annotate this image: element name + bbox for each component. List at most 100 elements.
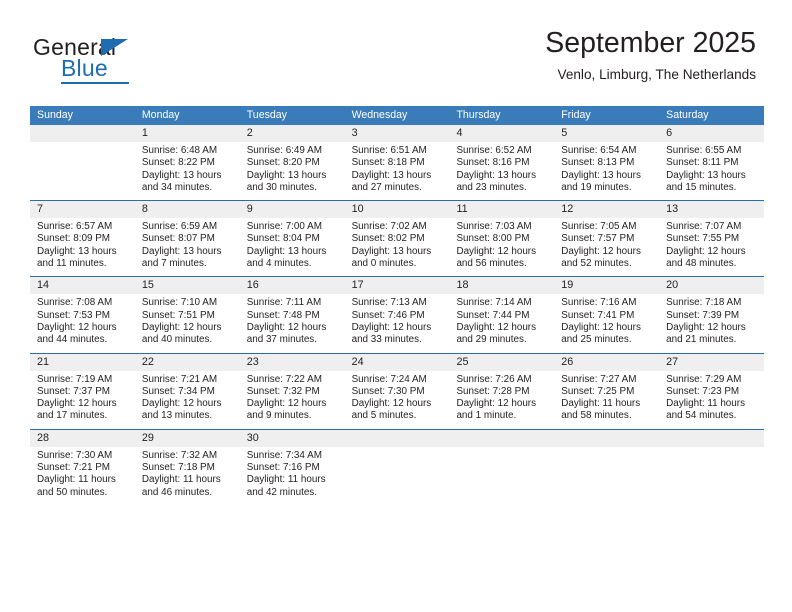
day-number[interactable]: 5 (554, 125, 659, 142)
day-number[interactable]: 26 (554, 354, 659, 371)
day-number[interactable]: 21 (30, 354, 135, 371)
day-number[interactable]: 13 (659, 201, 764, 218)
day-cell[interactable]: Sunrise: 6:57 AM Sunset: 8:09 PM Daylight:… (30, 218, 135, 276)
day-number[interactable]: 30 (240, 430, 345, 447)
daylight-text-cont: and 17 minutes. (37, 410, 108, 422)
sunset-text: Sunset: 7:46 PM (351, 309, 425, 321)
day-number[interactable]: 19 (554, 277, 659, 294)
day-number[interactable]: 28 (30, 430, 135, 447)
day-cell[interactable]: Sunrise: 6:54 AM Sunset: 8:13 PM Daylight:… (554, 142, 659, 200)
day-number[interactable]: 6 (659, 125, 764, 142)
day-number[interactable]: 25 (449, 354, 554, 371)
day-number[interactable]: 9 (240, 201, 345, 218)
day-number[interactable]: 11 (449, 201, 554, 218)
weekday-header-tuesday: Tuesday (246, 109, 287, 121)
daylight-text-cont: and 25 minutes. (561, 334, 632, 346)
day-cell[interactable]: Sunrise: 7:11 AM Sunset: 7:48 PM Daylight:… (240, 294, 345, 352)
daylight-text: Daylight: 12 hours (351, 321, 432, 333)
day-number[interactable]: 10 (345, 201, 450, 218)
daylight-text-cont: and 34 minutes. (141, 181, 213, 193)
sunset-text: Sunset: 7:55 PM (666, 233, 740, 245)
day-number[interactable]: 3 (345, 125, 450, 142)
sunrise-text: Sunrise: 6:57 AM (37, 221, 113, 233)
daylight-text-cont: and 5 minutes. (351, 410, 417, 422)
daylight-text: Daylight: 12 hours (37, 398, 117, 410)
calendar-week-row: 14 15 16 17 18 19 20 Sunrise: 7:08 AM Sunset: 7:… (30, 276, 764, 353)
sunset-text: Sunset: 7:57 PM (561, 233, 635, 245)
day-number[interactable]: 15 (135, 277, 240, 294)
weekday-header-row: Sunday Monday Tuesday Wednesday Thursday… (30, 106, 764, 125)
sunset-text: Sunset: 8:07 PM (141, 233, 215, 245)
day-number[interactable]: 1 (135, 125, 240, 142)
day-cell[interactable]: Sunrise: 7:07 AM Sunset: 7:55 PM Daylight:… (659, 218, 764, 276)
day-number[interactable]: 18 (449, 277, 554, 294)
day-cell[interactable]: Sunrise: 7:24 AM Sunset: 7:30 PM Daylight:… (345, 371, 450, 429)
day-cell[interactable]: Sunrise: 7:08 AM Sunset: 7:53 PM Daylight:… (30, 294, 135, 352)
day-cell[interactable]: Sunrise: 7:14 AM Sunset: 7:44 PM Daylight:… (449, 294, 554, 352)
day-number[interactable]: 20 (659, 277, 764, 294)
day-number[interactable]: 8 (135, 201, 240, 218)
day-cell[interactable]: Sunrise: 7:30 AM Sunset: 7:21 PM Daylight:… (30, 447, 135, 505)
day-number[interactable]: 27 (659, 354, 764, 371)
week-detail-band: Sunrise: 7:08 AM Sunset: 7:53 PM Daylight:… (30, 294, 764, 353)
day-cell[interactable]: Sunrise: 7:29 AM Sunset: 7:23 PM Daylight:… (659, 371, 764, 429)
sunset-text: Sunset: 7:16 PM (246, 462, 320, 474)
day-number[interactable]: 4 (449, 125, 554, 142)
day-cell[interactable]: Sunrise: 7:03 AM Sunset: 8:00 PM Daylight:… (449, 218, 554, 276)
day-cell[interactable]: Sunrise: 6:48 AM Sunset: 8:22 PM Daylight:… (135, 142, 240, 200)
day-number[interactable]: 23 (240, 354, 345, 371)
day-number[interactable]: 2 (240, 125, 345, 142)
sunset-text: Sunset: 7:34 PM (141, 385, 215, 397)
day-number-empty (659, 430, 764, 447)
weekday-header-monday: Monday (141, 109, 180, 121)
day-number[interactable]: 24 (345, 354, 450, 371)
day-cell[interactable]: Sunrise: 7:21 AM Sunset: 7:34 PM Daylight:… (135, 371, 240, 429)
sunset-text: Sunset: 8:16 PM (456, 157, 530, 169)
day-cell[interactable]: Sunrise: 7:13 AM Sunset: 7:46 PM Daylight:… (345, 294, 450, 352)
day-number-empty (30, 125, 135, 142)
day-cell[interactable]: Sunrise: 7:10 AM Sunset: 7:51 PM Daylight:… (135, 294, 240, 352)
daylight-text: Daylight: 12 hours (666, 321, 746, 333)
day-cell[interactable]: Sunrise: 7:16 AM Sunset: 7:41 PM Daylight:… (554, 294, 659, 352)
day-number[interactable]: 22 (135, 354, 240, 371)
daylight-text-cont: and 21 minutes. (666, 334, 737, 346)
day-cell[interactable]: Sunrise: 7:05 AM Sunset: 7:57 PM Daylight:… (554, 218, 659, 276)
day-cell[interactable]: Sunrise: 7:19 AM Sunset: 7:37 PM Daylight:… (30, 371, 135, 429)
day-number[interactable]: 12 (554, 201, 659, 218)
day-number[interactable]: 7 (30, 201, 135, 218)
daylight-text: Daylight: 13 hours (666, 169, 746, 181)
day-number[interactable]: 16 (240, 277, 345, 294)
sunrise-text: Sunrise: 7:18 AM (666, 297, 742, 309)
day-cell[interactable]: Sunrise: 7:22 AM Sunset: 7:32 PM Daylight:… (240, 371, 345, 429)
day-cell[interactable]: Sunrise: 6:51 AM Sunset: 8:18 PM Daylight:… (345, 142, 450, 200)
sunset-text: Sunset: 8:02 PM (351, 233, 425, 245)
sunset-text: Sunset: 8:00 PM (456, 233, 530, 245)
sunrise-text: Sunrise: 7:08 AM (37, 297, 113, 309)
day-cell[interactable]: Sunrise: 7:34 AM Sunset: 7:16 PM Daylight:… (240, 447, 345, 505)
day-cell[interactable]: Sunrise: 6:52 AM Sunset: 8:16 PM Daylight:… (449, 142, 554, 200)
day-cell[interactable]: Sunrise: 7:32 AM Sunset: 7:18 PM Daylight:… (135, 447, 240, 505)
daylight-text: Daylight: 13 hours (351, 245, 432, 257)
daylight-text: Daylight: 13 hours (246, 169, 327, 181)
day-cell-empty (659, 447, 764, 505)
day-number[interactable]: 14 (30, 277, 135, 294)
sunrise-text: Sunrise: 6:55 AM (666, 145, 742, 156)
day-cell[interactable]: Sunrise: 6:49 AM Sunset: 8:20 PM Daylight:… (240, 142, 345, 200)
day-cell[interactable]: Sunrise: 7:27 AM Sunset: 7:25 PM Daylight:… (554, 371, 659, 429)
day-number[interactable]: 29 (135, 430, 240, 447)
day-number-empty (345, 430, 450, 447)
day-cell[interactable]: Sunrise: 7:26 AM Sunset: 7:28 PM Daylight:… (449, 371, 554, 429)
weekday-header-saturday: Saturday (666, 109, 709, 121)
sunrise-text: Sunrise: 7:03 AM (456, 221, 532, 233)
daylight-text: Daylight: 13 hours (351, 169, 432, 181)
week-detail-band: Sunrise: 7:30 AM Sunset: 7:21 PM Daylight:… (30, 446, 764, 505)
day-cell[interactable]: Sunrise: 7:00 AM Sunset: 8:04 PM Daylight:… (240, 218, 345, 276)
day-cell[interactable]: Sunrise: 6:59 AM Sunset: 8:07 PM Daylight:… (135, 218, 240, 276)
sunrise-text: Sunrise: 7:21 AM (141, 373, 218, 385)
daylight-text: Daylight: 12 hours (456, 321, 537, 333)
daylight-text-cont: and 48 minutes. (666, 258, 737, 270)
day-cell[interactable]: Sunrise: 6:55 AM Sunset: 8:11 PM Daylight:… (659, 142, 764, 200)
day-cell[interactable]: Sunrise: 7:18 AM Sunset: 7:39 PM Daylight:… (659, 294, 764, 352)
day-cell[interactable]: Sunrise: 7:02 AM Sunset: 8:02 PM Daylight:… (345, 218, 450, 276)
day-number[interactable]: 17 (345, 277, 450, 294)
